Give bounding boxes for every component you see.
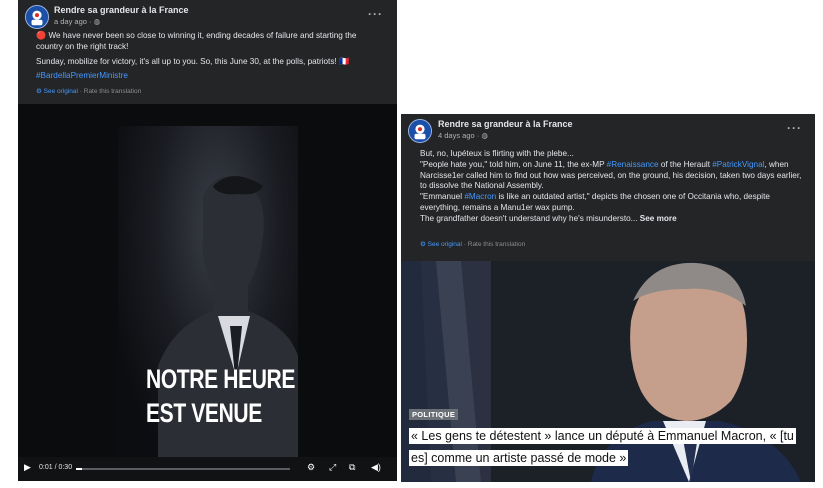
page-name[interactable]: Rendre sa grandeur à la France — [438, 119, 573, 129]
settings-icon[interactable]: ⚙ — [307, 462, 315, 473]
translation-bar: ⚙ See original · Rate this translation — [420, 240, 525, 248]
post-bardella: Rendre sa grandeur à la France a day ago… — [18, 0, 397, 481]
rate-translation-link[interactable]: · Rate this translation — [78, 88, 141, 95]
post-time-text: a day ago · — [54, 17, 94, 26]
more-options-button[interactable]: ··· — [787, 122, 802, 134]
text-run: of the Herault — [658, 159, 713, 169]
text-run: The grandfather doesn't understand why h… — [420, 213, 638, 223]
video-controls: ▶ 0:01 / 0:30 ⚙ ⤢ ⧉ ◀) — [18, 457, 397, 481]
post-paragraph: The grandfather doesn't understand why h… — [420, 214, 806, 225]
article-headline[interactable]: « Les gens te détestent » lance un déput… — [409, 425, 804, 469]
page-logo-icon — [26, 6, 48, 28]
picture-in-picture-icon[interactable]: ⧉ — [349, 462, 355, 473]
page-avatar[interactable] — [408, 119, 432, 143]
volume-icon[interactable]: ◀) — [371, 462, 381, 473]
see-original-link[interactable]: See original — [428, 241, 462, 248]
post-time[interactable]: 4 days ago · ◍ — [438, 131, 488, 140]
post-time-text: 4 days ago · — [438, 131, 482, 140]
post-paragraph: 🔴 We have never been so close to winning… — [36, 31, 357, 51]
translate-icon: ⚙ — [420, 241, 426, 248]
play-icon[interactable]: ▶ — [24, 462, 31, 473]
video-player[interactable]: NOTRE HEURE EST VENUE — [18, 104, 397, 457]
hashtag-link[interactable]: #Macron — [464, 192, 496, 201]
post-time[interactable]: a day ago · ◍ — [54, 17, 100, 26]
post-paragraph: "People hate you," told him, on June 11,… — [420, 160, 806, 192]
page-avatar[interactable] — [25, 5, 49, 29]
post-macron: Rendre sa grandeur à la France 4 days ag… — [401, 114, 815, 482]
progress-fill — [76, 468, 83, 470]
progress-bar[interactable] — [76, 468, 290, 470]
overlay-line: NOTRE HEURE — [146, 364, 295, 394]
post-text: But, no, Iupéteux is flirting with the p… — [420, 149, 806, 225]
more-options-button[interactable]: ··· — [368, 8, 383, 20]
page-name[interactable]: Rendre sa grandeur à la France — [54, 5, 189, 15]
video-overlay-text: NOTRE HEURE EST VENUE — [146, 362, 295, 430]
overlay-line: EST VENUE — [146, 398, 262, 428]
post-paragraph: "Emmanuel #Macron is like an outdated ar… — [420, 192, 806, 214]
hashtag-link[interactable]: #BardellaPremierMinistre — [36, 71, 128, 80]
text-run: "Emmanuel — [420, 192, 465, 202]
rate-translation-link[interactable]: · Rate this translation — [462, 241, 525, 248]
translation-bar: ⚙ See original · Rate this translation — [36, 87, 141, 95]
post-text: 🔴 We have never been so close to winning… — [36, 31, 376, 86]
see-original-link[interactable]: See original — [44, 88, 78, 95]
fullscreen-icon[interactable]: ⤢ — [329, 462, 336, 473]
hashtag-link[interactable]: #PatrickVignal — [712, 160, 764, 169]
page-logo-icon — [409, 120, 431, 142]
video-time: 0:01 / 0:30 — [39, 464, 73, 471]
article-headline-text: « Les gens te détestent » lance un déput… — [409, 428, 796, 466]
see-more-link[interactable]: See more — [638, 214, 677, 223]
post-paragraph: Sunday, mobilize for victory, it's all u… — [36, 56, 350, 66]
globe-icon: ◍ — [481, 131, 488, 140]
globe-icon: ◍ — [93, 17, 101, 26]
translate-icon: ⚙ — [36, 88, 42, 95]
post-line: But, no, Iupéteux is flirting with the p… — [420, 149, 574, 158]
text-run: "People hate you," told him, on June 11,… — [420, 159, 607, 169]
article-category-badge: POLITIQUE — [409, 409, 459, 420]
hashtag-link[interactable]: #Renaissance — [607, 160, 659, 169]
